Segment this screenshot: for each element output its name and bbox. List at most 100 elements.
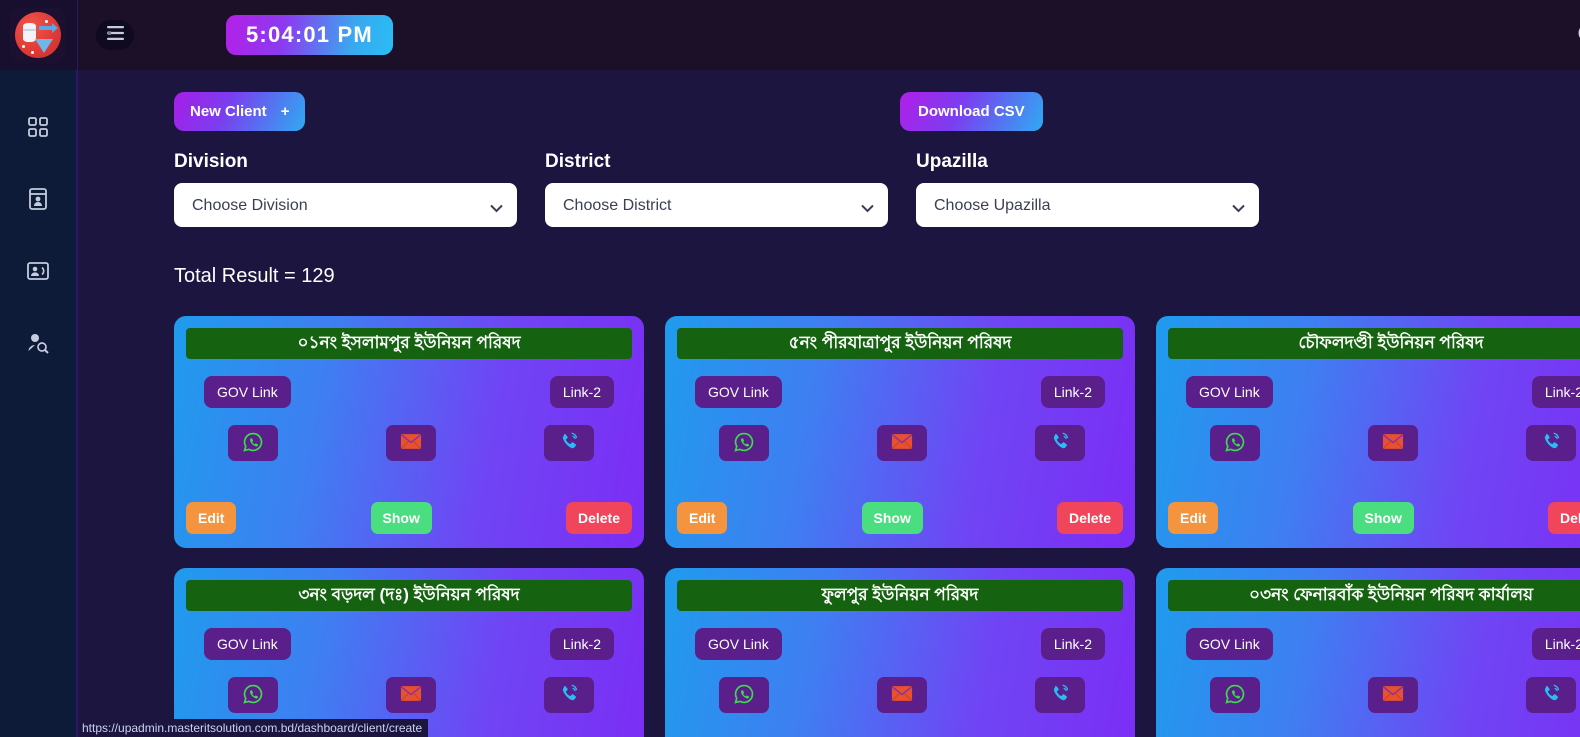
whatsapp-icon — [733, 683, 755, 708]
topbar: 5:04:01 PM — [78, 0, 1580, 70]
filter-group-district: District Choose District — [545, 151, 888, 227]
link-2-button[interactable]: Link-2 — [1531, 628, 1580, 660]
delete-button[interactable]: Delete — [1547, 502, 1580, 534]
link-2-button[interactable]: Link-2 — [549, 628, 614, 660]
sidebar-item-user-search[interactable] — [17, 322, 59, 364]
link-2-button[interactable]: Link-2 — [549, 376, 614, 408]
filter-bar: Division Choose Division District Choose… — [78, 138, 1580, 227]
phone-button[interactable] — [544, 425, 594, 461]
client-card-title: ৩নং বড়দল (দঃ) ইউনিয়ন পরিষদ — [186, 580, 632, 611]
logo-container — [0, 0, 77, 70]
download-csv-button[interactable]: Download CSV — [900, 92, 1043, 131]
card-contact-row — [677, 408, 1123, 461]
client-card-title: চৌফলদণ্ডী ইউনিয়ন পরিষদ — [1168, 328, 1580, 359]
sidebar-item-contacts[interactable] — [17, 250, 59, 292]
mail-button[interactable] — [877, 425, 927, 461]
mail-button[interactable] — [1368, 677, 1418, 713]
whatsapp-button[interactable] — [228, 425, 278, 461]
new-client-button[interactable]: New Client + — [174, 92, 306, 131]
edit-button[interactable]: Edit — [677, 502, 728, 534]
delete-button[interactable]: Delete — [1056, 502, 1123, 534]
whatsapp-button[interactable] — [719, 425, 769, 461]
phone-icon — [558, 431, 581, 456]
show-button[interactable]: Show — [861, 502, 923, 534]
whatsapp-button[interactable] — [228, 677, 278, 713]
phone-button[interactable] — [544, 677, 594, 713]
client-card-title: ০৩নং ফেনারবাঁক ইউনিয়ন পরিষদ কার্যালয় — [1168, 580, 1580, 611]
gov-link-button[interactable]: GOV Link — [695, 376, 782, 408]
whatsapp-button[interactable] — [1210, 425, 1260, 461]
mail-icon — [1382, 433, 1404, 453]
client-card-title: ৫নং পীরযাত্রাপুর ইউনিয়ন পরিষদ — [677, 328, 1123, 359]
client-card: ৫নং পীরযাত্রাপুর ইউনিয়ন পরিষদ GOV Link Li… — [665, 316, 1135, 548]
sidebar-toggle-button[interactable] — [96, 20, 134, 50]
phone-button[interactable] — [1035, 677, 1085, 713]
edit-button[interactable]: Edit — [186, 502, 237, 534]
mail-icon — [891, 685, 913, 705]
division-select-wrap: Choose Division — [174, 183, 517, 227]
whatsapp-icon — [733, 431, 755, 456]
phone-button[interactable] — [1035, 425, 1085, 461]
mail-icon — [400, 685, 422, 705]
gov-link-button[interactable]: GOV Link — [204, 628, 291, 660]
card-action-row: Edit Show Delete — [1168, 502, 1580, 534]
client-card: ৩নং বড়দল (দঃ) ইউনিয়ন পরিষদ GOV Link Link… — [174, 568, 644, 737]
user-search-icon — [26, 332, 50, 354]
phone-button[interactable] — [1526, 677, 1576, 713]
card-action-row: Edit Show Delete — [677, 502, 1123, 534]
app-logo[interactable] — [10, 7, 66, 63]
contact-card-icon — [26, 261, 50, 281]
sidebar-item-dashboard[interactable] — [17, 106, 59, 148]
whatsapp-icon — [1224, 683, 1246, 708]
card-contact-row — [677, 660, 1123, 713]
client-card: চৌফলদণ্ডী ইউনিয়ন পরিষদ GOV Link Link-2 Edi… — [1156, 316, 1580, 548]
gov-link-button[interactable]: GOV Link — [1186, 628, 1273, 660]
district-select-wrap: Choose District — [545, 183, 888, 227]
mail-button[interactable] — [1368, 425, 1418, 461]
filter-group-division: Division Choose Division — [174, 151, 517, 227]
upazilla-label: Upazilla — [916, 151, 988, 172]
card-link-row: GOV Link Link-2 — [186, 611, 632, 660]
division-label: Division — [174, 151, 248, 172]
delete-button[interactable]: Delete — [565, 502, 632, 534]
logout-button[interactable] — [1570, 18, 1580, 52]
mail-button[interactable] — [386, 425, 436, 461]
card-contact-row — [1168, 660, 1580, 713]
mail-button[interactable] — [877, 677, 927, 713]
main-area: 5:04:01 PM New Client + Download CSV Div… — [78, 0, 1580, 737]
content-area: New Client + Download CSV Division Choos… — [78, 70, 1580, 737]
whatsapp-icon — [242, 683, 264, 708]
edit-button[interactable]: Edit — [1168, 502, 1219, 534]
sidebar-nav — [17, 106, 59, 364]
whatsapp-button[interactable] — [719, 677, 769, 713]
show-button[interactable]: Show — [1352, 502, 1414, 534]
grid-icon — [27, 116, 49, 138]
client-card-grid: ০১নং ইসলামপুর ইউনিয়ন পরিষদ GOV Link Link-… — [78, 288, 1580, 737]
mail-icon — [400, 433, 422, 453]
division-select[interactable]: Choose Division — [174, 183, 517, 227]
gov-link-button[interactable]: GOV Link — [695, 628, 782, 660]
sidebar-item-id-card[interactable] — [17, 178, 59, 220]
mail-button[interactable] — [386, 677, 436, 713]
clock-display: 5:04:01 PM — [226, 15, 393, 55]
card-contact-row — [1168, 408, 1580, 461]
link-2-button[interactable]: Link-2 — [1040, 376, 1105, 408]
upazilla-select[interactable]: Choose Upazilla — [916, 183, 1259, 227]
list-menu-icon — [106, 25, 124, 45]
gov-link-button[interactable]: GOV Link — [204, 376, 291, 408]
client-card: ০৩নং ফেনারবাঁক ইউনিয়ন পরিষদ কার্যালয় GO… — [1156, 568, 1580, 737]
gov-link-button[interactable]: GOV Link — [1186, 376, 1273, 408]
show-button[interactable]: Show — [370, 502, 432, 534]
link-2-button[interactable]: Link-2 — [1531, 376, 1580, 408]
card-link-row: GOV Link Link-2 — [1168, 359, 1580, 408]
card-link-row: GOV Link Link-2 — [1168, 611, 1580, 660]
sidebar — [0, 0, 78, 737]
district-select[interactable]: Choose District — [545, 183, 888, 227]
client-card: ফুলপুর ইউনিয়ন পরিষদGOV LinkLink-2EditSh… — [665, 568, 1135, 737]
phone-button[interactable] — [1526, 425, 1576, 461]
whatsapp-button[interactable] — [1210, 677, 1260, 713]
link-2-button[interactable]: Link-2 — [1040, 628, 1105, 660]
district-label: District — [545, 151, 611, 172]
app-root: 5:04:01 PM New Client + Download CSV Div… — [0, 0, 1580, 737]
filter-group-upazilla: Upazilla Choose Upazilla — [916, 151, 1259, 227]
